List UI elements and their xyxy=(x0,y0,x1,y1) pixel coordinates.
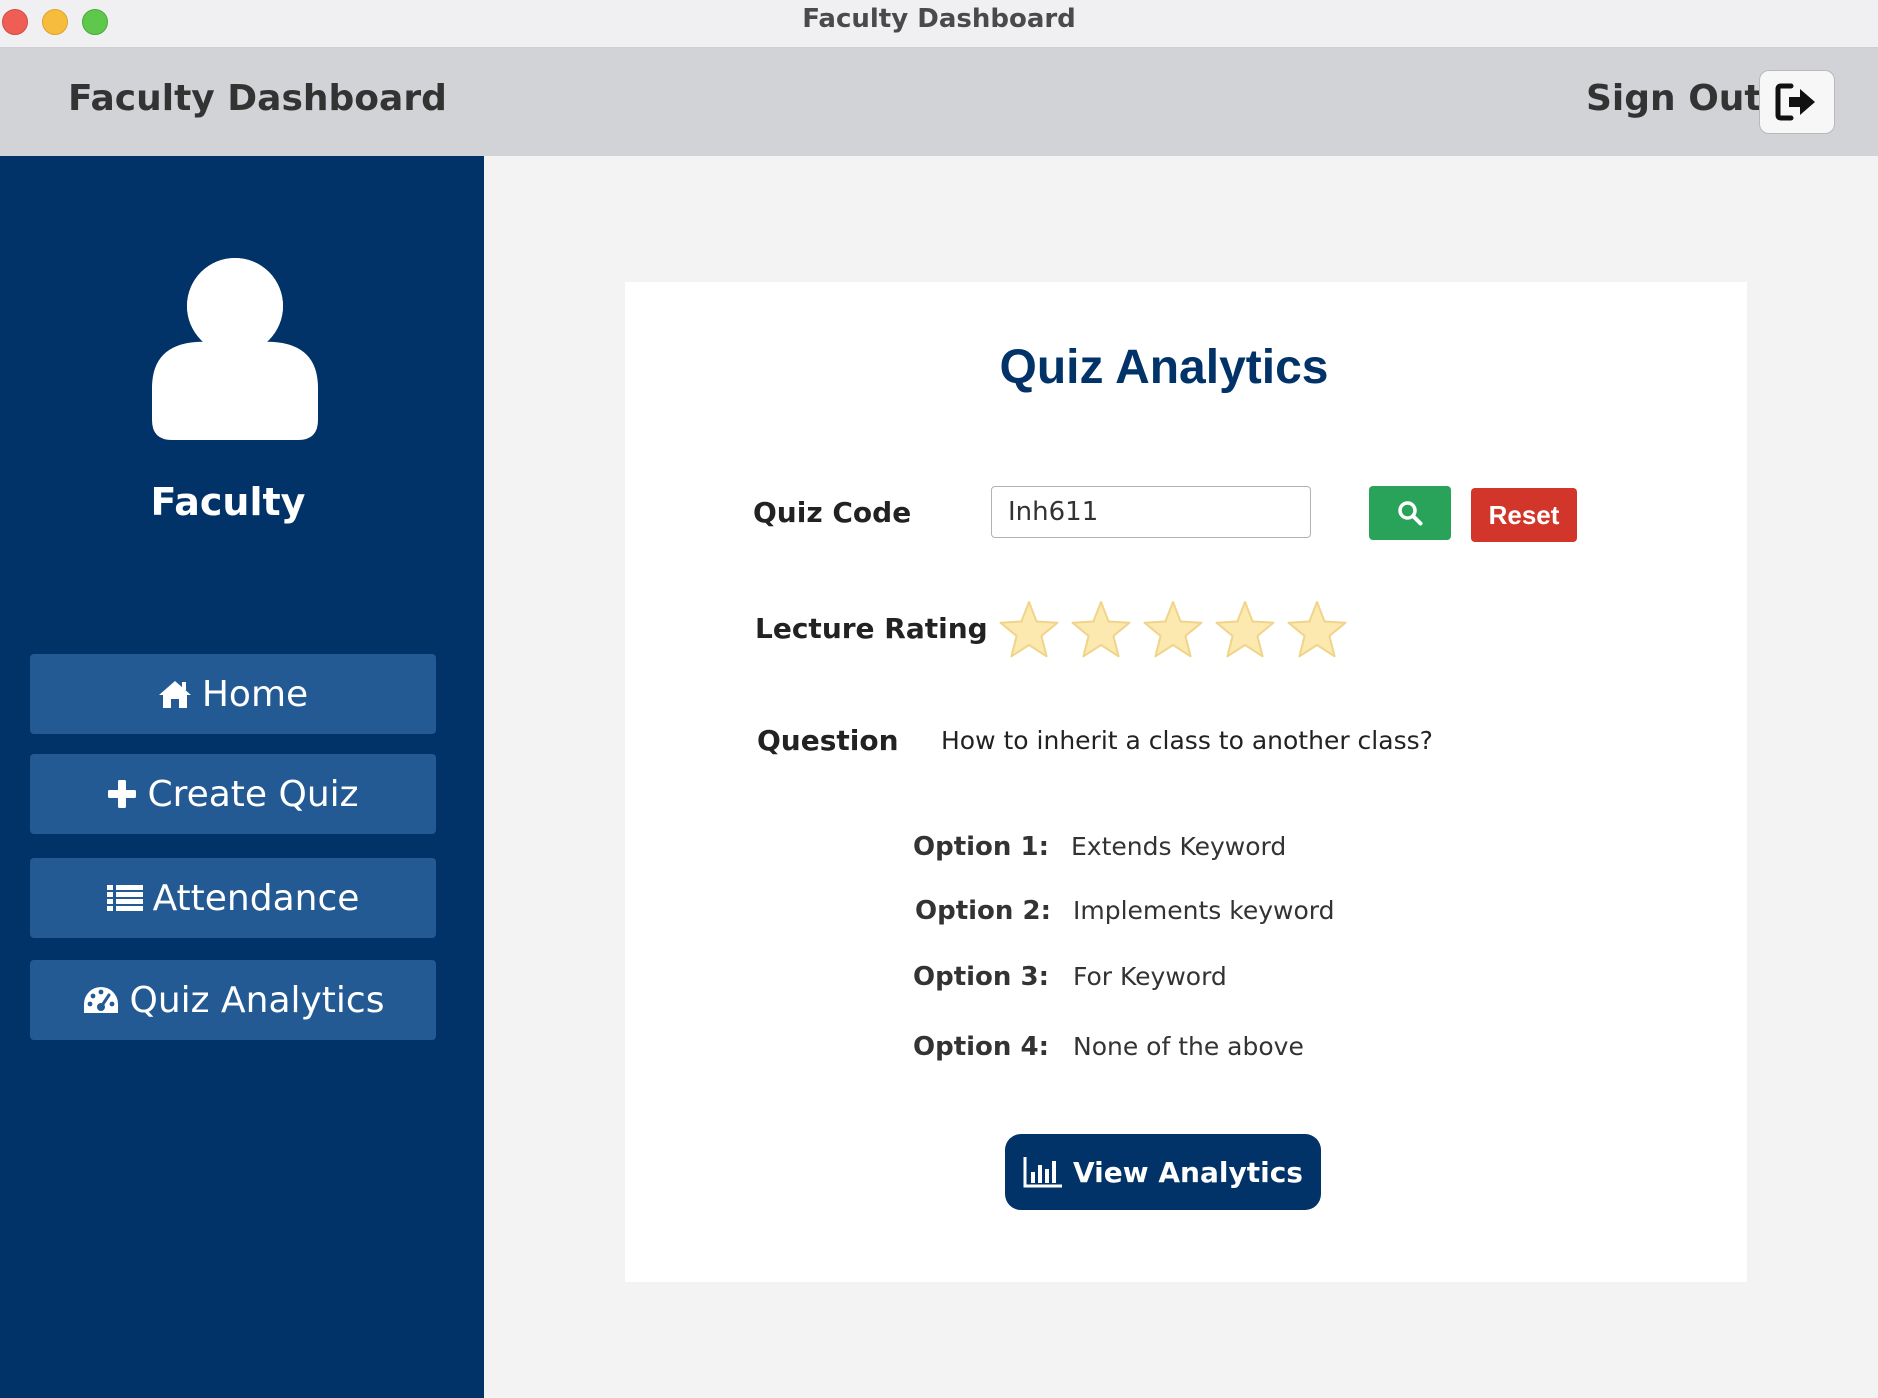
plus-icon xyxy=(108,780,137,808)
quiz-code-input[interactable] xyxy=(991,486,1311,538)
view-analytics-button[interactable]: View Analytics xyxy=(1005,1134,1321,1210)
option-4-label: Option 4: xyxy=(913,1032,1049,1062)
sidebar: Faculty Home Create Quiz Attendance Quiz… xyxy=(0,156,484,1398)
home-icon xyxy=(158,681,191,708)
rating-star-icon[interactable] xyxy=(1285,598,1349,662)
user-role-label: Faculty xyxy=(150,480,306,524)
rating-star-icon[interactable] xyxy=(1213,598,1277,662)
reset-button[interactable]: Reset xyxy=(1471,488,1577,542)
option-2-value: Implements keyword xyxy=(1073,896,1335,925)
sidebar-item-label: Quiz Analytics xyxy=(129,979,385,1021)
sidebar-item-create-quiz[interactable]: Create Quiz xyxy=(30,754,436,834)
page-title: Quiz Analytics xyxy=(999,341,1329,394)
bar-chart-icon xyxy=(1023,1157,1062,1188)
window-titlebar: Faculty Dashboard xyxy=(0,0,1878,48)
sign-out-icon xyxy=(1775,83,1815,121)
sign-out-label[interactable]: Sign Out xyxy=(1586,78,1762,119)
sidebar-item-label: Home xyxy=(201,673,309,715)
option-1-value: Extends Keyword xyxy=(1071,832,1287,861)
app-header: Faculty Dashboard Sign Out xyxy=(0,48,1878,156)
sidebar-item-attendance[interactable]: Attendance xyxy=(30,858,436,938)
option-1-label: Option 1: xyxy=(913,832,1049,862)
rating-star-icon[interactable] xyxy=(1069,598,1133,662)
option-3-label: Option 3: xyxy=(913,962,1049,992)
question-label: Question xyxy=(757,724,899,757)
rating-star-icon[interactable] xyxy=(1141,598,1205,662)
option-3-value: For Keyword xyxy=(1073,962,1227,991)
header-title: Faculty Dashboard xyxy=(68,78,447,119)
lecture-rating-stars[interactable] xyxy=(997,598,1349,662)
user-avatar-icon xyxy=(152,256,318,440)
sidebar-item-home[interactable]: Home xyxy=(30,654,436,734)
option-4-value: None of the above xyxy=(1073,1032,1304,1061)
sidebar-item-label: Create Quiz xyxy=(147,773,359,815)
lecture-rating-label: Lecture Rating xyxy=(755,612,988,645)
sign-out-button[interactable] xyxy=(1759,70,1835,134)
view-analytics-label: View Analytics xyxy=(1073,1155,1303,1189)
sidebar-item-quiz-analytics[interactable]: Quiz Analytics xyxy=(30,960,436,1040)
quiz-analytics-card: Quiz Analytics Quiz Code Reset Lecture R… xyxy=(625,282,1747,1282)
dashboard-icon xyxy=(83,987,118,1013)
sidebar-item-label: Attendance xyxy=(152,877,360,919)
window-title: Faculty Dashboard xyxy=(802,4,1076,34)
question-text: How to inherit a class to another class? xyxy=(941,726,1433,755)
list-icon xyxy=(106,885,143,911)
search-button[interactable] xyxy=(1369,486,1451,540)
rating-star-icon[interactable] xyxy=(997,598,1061,662)
option-2-label: Option 2: xyxy=(915,896,1051,926)
search-icon xyxy=(1398,501,1423,526)
quiz-code-label: Quiz Code xyxy=(753,496,912,529)
